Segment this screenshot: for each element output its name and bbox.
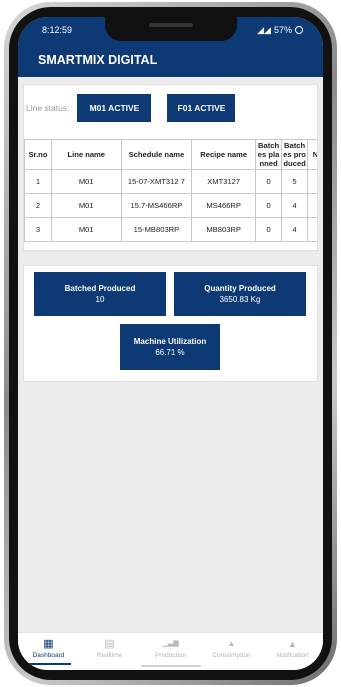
camera-notch <box>104 17 237 41</box>
schedule-table-container[interactable]: Sr.no Line name Schedule name Recipe nam… <box>24 139 317 242</box>
cell-overflow <box>307 217 317 242</box>
realtime-icon: ▤ <box>104 638 115 650</box>
line-status-card: Line status: M01 ACTIVE F01 ACTIVE Sr.no… <box>23 84 318 251</box>
schedule-table: Sr.no Line name Schedule name Recipe nam… <box>24 139 317 242</box>
speaker <box>148 23 193 27</box>
cell-srno: 1 <box>24 169 52 194</box>
line-status-f01-badge[interactable]: F01 ACTIVE <box>167 94 236 122</box>
production-icon: ▁▃▆ <box>162 640 179 647</box>
home-indicator <box>140 665 201 667</box>
main-content: Line status: M01 ACTIVE F01 ACTIVE Sr.no… <box>18 84 323 382</box>
nav-item-realtime[interactable]: ▤ Realtime <box>81 638 139 659</box>
col-header-overflow: N <box>307 139 317 170</box>
nav-item-consumption[interactable]: ▲ Consumption <box>203 638 261 659</box>
dashboard-icon: ▦ <box>43 638 54 650</box>
bell-icon: ▲ <box>288 639 297 649</box>
cell-overflow <box>307 193 317 218</box>
screen: 8:12:59 ◢◢ 57% SMARTMIX DIGITAL Line sta… <box>18 17 323 670</box>
app-bar: SMARTMIX DIGITAL <box>18 43 323 77</box>
battery-level: 57% <box>273 25 292 35</box>
cell-recipe-name: MS466RP <box>191 193 257 218</box>
line-status-label: Line status: <box>26 103 70 113</box>
batched-produced-tile[interactable]: Batched Produced 10 <box>34 272 166 316</box>
nav-label: Production <box>154 652 187 659</box>
table-row[interactable]: 1 M01 15-07-XMT312 7 XMT3127 0 5 <box>24 169 317 194</box>
bottom-navigation: ▦ Dashboard ▤ Realtime ▁▃▆ Production ▲ … <box>18 632 323 670</box>
cell-schedule-name: 15.7-MS466RP <box>120 193 193 218</box>
nav-item-production[interactable]: ▁▃▆ Production <box>142 638 200 659</box>
cell-line-name: M01 <box>50 193 122 218</box>
col-header-recipe-name: Recipe name <box>191 139 257 170</box>
quantity-produced-title: Quantity Produced <box>204 284 276 293</box>
machine-utilization-tile[interactable]: Machine Utilization 66.71 % <box>120 324 220 370</box>
nav-item-dashboard[interactable]: ▦ Dashboard <box>20 638 78 665</box>
cell-srno: 3 <box>24 217 52 242</box>
cell-line-name: M01 <box>50 217 122 242</box>
quantity-produced-tile[interactable]: Quantity Produced 3650.83 Kg <box>174 272 306 316</box>
cell-batches-produced: 4 <box>281 193 309 218</box>
status-time: 8:12:59 <box>42 25 73 35</box>
battery-icon <box>295 26 303 34</box>
cell-batches-planned: 0 <box>255 169 283 194</box>
cell-line-name: M01 <box>50 169 122 194</box>
cell-srno: 2 <box>24 193 52 218</box>
col-header-line-name: Line name <box>50 139 122 170</box>
nav-label: Realtime <box>96 652 123 659</box>
col-header-schedule-name: Schedule name <box>120 139 193 170</box>
line-status-m01-badge[interactable]: M01 ACTIVE <box>77 94 152 122</box>
status-indicators: ◢◢ 57% <box>257 25 303 36</box>
cell-recipe-name: XMT3127 <box>191 169 257 194</box>
cell-schedule-name: 15-07-XMT312 7 <box>120 169 193 194</box>
stats-card: Batched Produced 10 Quantity Produced 36… <box>23 265 318 382</box>
nav-label: Consumption <box>212 652 251 659</box>
nav-label: Dashboard <box>32 652 65 659</box>
signal-icon: ◢◢ <box>257 24 271 35</box>
cell-batches-produced: 5 <box>281 169 309 194</box>
machine-utilization-title: Machine Utilization <box>133 337 207 346</box>
line-status-row: Line status: M01 ACTIVE F01 ACTIVE <box>24 91 317 125</box>
consumption-icon: ▲ <box>227 639 236 648</box>
cell-batches-planned: 0 <box>255 217 283 242</box>
cell-schedule-name: 15-MB803RP <box>120 217 193 242</box>
cell-overflow <box>307 169 317 194</box>
col-header-batches-produced: Batch es pro duced <box>281 139 309 170</box>
nav-item-notification[interactable]: ▲ Notification <box>264 638 322 659</box>
quantity-produced-value: 3650.83 Kg <box>219 295 261 304</box>
batched-produced-value: 10 <box>95 295 105 304</box>
app-title: SMARTMIX DIGITAL <box>38 53 158 67</box>
phone-frame: 8:12:59 ◢◢ 57% SMARTMIX DIGITAL Line sta… <box>4 2 337 685</box>
col-header-batches-planned: Batch es pla nned <box>255 139 283 170</box>
table-row[interactable]: 3 M01 15-MB803RP MB803RP 0 4 <box>24 217 317 242</box>
cell-batches-produced: 4 <box>281 217 309 242</box>
batched-produced-title: Batched Produced <box>64 284 136 293</box>
table-row[interactable]: 2 M01 15.7-MS466RP MS466RP 0 4 <box>24 193 317 218</box>
phone-bezel: 8:12:59 ◢◢ 57% SMARTMIX DIGITAL Line sta… <box>9 7 332 680</box>
col-header-srno: Sr.no <box>24 139 52 170</box>
nav-label: Notification <box>276 652 309 659</box>
cell-recipe-name: MB803RP <box>191 217 257 242</box>
cell-batches-planned: 0 <box>255 193 283 218</box>
table-header-row: Sr.no Line name Schedule name Recipe nam… <box>24 139 317 170</box>
machine-utilization-value: 66.71 % <box>155 348 185 357</box>
